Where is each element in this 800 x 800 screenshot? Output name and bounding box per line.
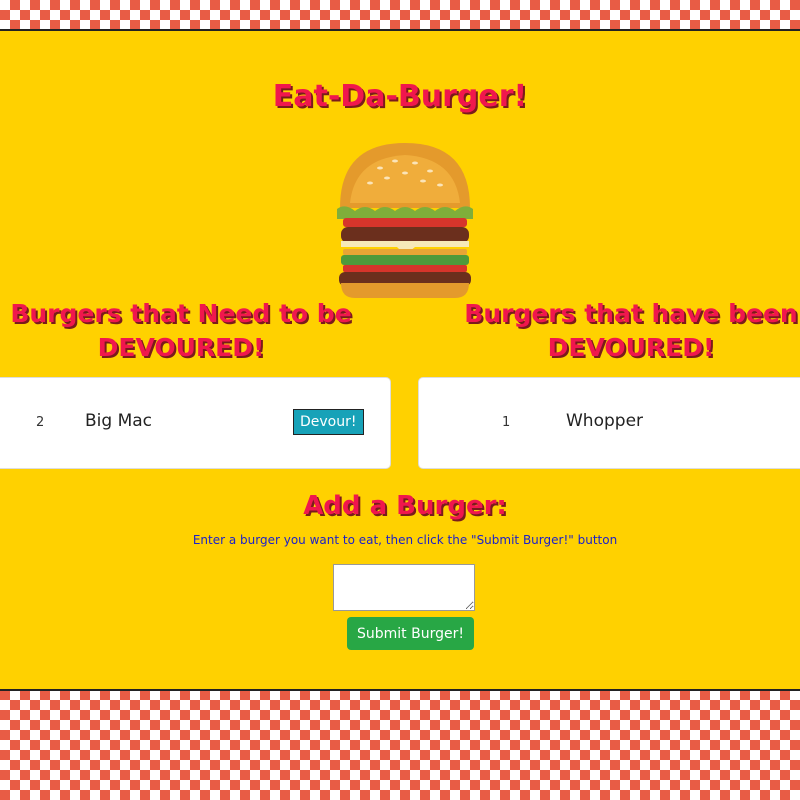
- form-instructions: Enter a burger you want to eat, then cli…: [192, 533, 618, 547]
- devoured-heading: Burgers that have been DEVOURED!: [464, 299, 798, 362]
- uneaten-heading: Burgers that Need to be DEVOURED!: [10, 299, 352, 362]
- devoured-list: 1 Whopper: [418, 377, 800, 469]
- burger-id: 2: [36, 415, 45, 430]
- burger-name: Big Mac: [85, 411, 153, 431]
- burger-icon: [337, 143, 473, 298]
- uneaten-list: 2 Big Mac Devour!: [0, 377, 391, 469]
- burger-name-input[interactable]: [333, 564, 475, 611]
- devour-button[interactable]: Devour!: [293, 409, 364, 435]
- page-title: Eat-Da-Burger!: [272, 79, 528, 114]
- burger-name: Whopper: [566, 411, 644, 431]
- burger-id: 1: [502, 415, 511, 430]
- main-panel: Eat-Da-Burger! Burgers that Need to be D: [0, 29, 800, 691]
- submit-burger-button[interactable]: Submit Burger!: [347, 617, 474, 650]
- add-burger-heading: Add a Burger:: [303, 491, 507, 521]
